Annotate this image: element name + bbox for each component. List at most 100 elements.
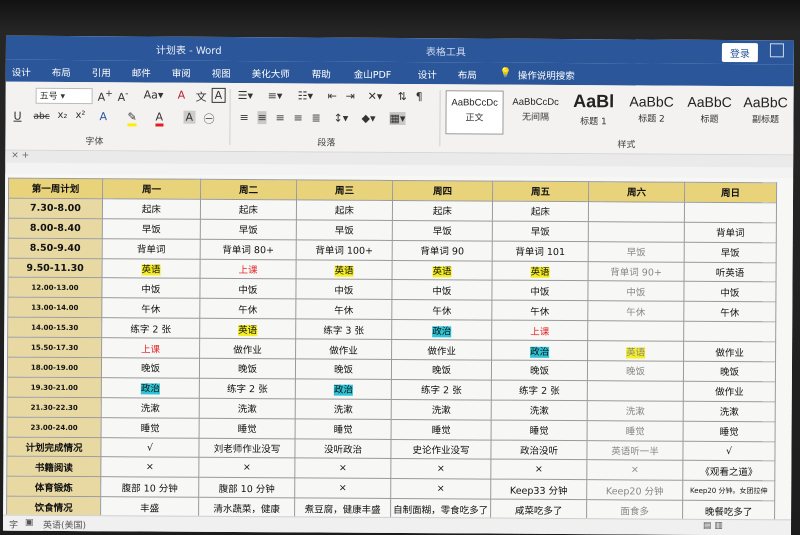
table-cell[interactable]: 晚饭 — [491, 360, 588, 381]
table-cell[interactable]: × — [586, 460, 683, 481]
table-cell[interactable]: Keep33 分钟 — [490, 479, 587, 500]
table-cell[interactable]: 午休 — [683, 301, 776, 323]
table-cell[interactable]: 中饭 — [491, 280, 589, 301]
table-cell[interactable]: × — [100, 457, 199, 478]
table-cell[interactable]: 上课 — [101, 337, 200, 359]
table-cell[interactable]: 政治 — [391, 319, 492, 341]
row-label-cell[interactable]: 19.30-21.00 — [7, 377, 102, 398]
table-cell[interactable]: 午休 — [101, 298, 200, 319]
table-cell[interactable]: 早饭 — [102, 218, 201, 239]
table-cell[interactable]: 午休 — [199, 298, 296, 320]
row-label-cell[interactable]: 21.30-22.30 — [7, 396, 102, 418]
table-cell[interactable] — [683, 321, 776, 342]
table-cell[interactable]: 中饭 — [199, 278, 297, 300]
tab-beautify[interactable]: 美化大师 — [252, 66, 290, 80]
table-cell[interactable]: 背单词 — [684, 222, 777, 243]
superscript-icon[interactable]: x² — [75, 110, 85, 121]
table-cell[interactable]: 睡觉 — [491, 419, 588, 441]
table-cell[interactable]: 英语 — [199, 318, 296, 339]
table-cell[interactable]: 练字 3 张 — [295, 319, 392, 340]
table-cell[interactable]: 中饭 — [683, 281, 777, 303]
table-cell[interactable]: 政治 — [491, 340, 588, 361]
grow-font-icon[interactable]: A+ — [98, 88, 113, 104]
table-cell[interactable]: √ — [100, 437, 200, 458]
change-case-icon[interactable]: Aa▾ — [144, 88, 164, 101]
clear-format-icon[interactable]: A — [178, 89, 186, 102]
table-cell[interactable]: 早饭 — [588, 241, 685, 262]
table-cell[interactable]: 背单词 90+ — [588, 261, 685, 282]
multilevel-list-icon[interactable]: ☷▾ — [298, 89, 313, 102]
table-cell[interactable]: 政治没听 — [490, 439, 588, 461]
table-cell[interactable]: 练字 2 张 — [199, 378, 296, 399]
restore-icon[interactable] — [769, 43, 784, 58]
table-cell[interactable]: 做作业 — [683, 381, 776, 402]
tab-review[interactable]: 审阅 — [172, 66, 191, 80]
row-label-cell[interactable]: 15.50-17.30 — [7, 337, 102, 358]
increase-indent-icon[interactable]: ⇥ — [346, 90, 355, 103]
tab-mailings[interactable]: 邮件 — [132, 65, 151, 79]
table-cell[interactable]: 《观看之道》 — [682, 460, 775, 482]
table-cell[interactable]: 洗漱 — [587, 400, 684, 421]
tab-layout[interactable]: 布局 — [52, 65, 71, 79]
table-cell[interactable]: 晚饭 — [391, 359, 492, 380]
login-button[interactable]: 登录 — [721, 42, 758, 63]
table-cell[interactable]: 起床 — [492, 200, 589, 222]
table-cell[interactable]: 做作业 — [391, 339, 492, 361]
style-normal[interactable]: AaBbCcDc 正文 — [445, 90, 504, 135]
row-label-cell[interactable]: 7.30-8.00 — [8, 198, 103, 219]
table-cell[interactable]: 没听政治 — [294, 438, 392, 459]
table-cell[interactable]: 洗漱 — [391, 399, 492, 420]
table-cell[interactable] — [587, 380, 684, 402]
table-cell[interactable]: × — [490, 459, 587, 481]
show-marks-icon[interactable]: ¶ — [416, 90, 423, 103]
table-cell[interactable]: 洗漱 — [101, 397, 200, 418]
text-effect-icon[interactable]: A — [99, 110, 107, 123]
table-cell[interactable]: 上课 — [491, 320, 588, 341]
table-cell[interactable]: 睡觉 — [683, 420, 776, 442]
align-center-icon[interactable]: ≡ — [257, 111, 267, 125]
table-cell[interactable]: 早饭 — [684, 241, 777, 263]
table-cell[interactable]: 背单词 100+ — [296, 239, 393, 261]
strikethrough-icon[interactable]: abc — [33, 112, 49, 122]
table-cell[interactable] — [588, 221, 685, 242]
table-cell[interactable]: × — [390, 458, 491, 480]
table-cell[interactable]: 起床 — [296, 199, 393, 221]
style-heading-1[interactable]: AaBl 标题 1 — [565, 91, 621, 133]
tab-view[interactable]: 视图 — [212, 66, 231, 80]
table-cell[interactable]: 午休 — [391, 299, 492, 321]
justify-icon[interactable]: ≡ — [293, 111, 302, 124]
shrink-font-icon[interactable]: A- — [118, 88, 129, 104]
table-cell[interactable]: 背单词 — [102, 238, 201, 259]
table-cell[interactable]: 晚饭 — [101, 357, 200, 379]
char-shading-icon[interactable]: A — [183, 110, 196, 124]
shading-icon[interactable]: ◆▾ — [361, 112, 375, 125]
row-label-cell[interactable]: 体育锻炼 — [6, 476, 101, 497]
table-cell[interactable]: 起床 — [200, 199, 297, 220]
align-right-icon[interactable]: ≡ — [275, 111, 284, 124]
row-label-cell[interactable]: 18.00-19.00 — [7, 357, 102, 378]
phonetic-icon[interactable]: 文 — [196, 89, 207, 105]
table-cell[interactable]: 睡觉 — [587, 420, 684, 441]
table-cell[interactable]: 英语 — [492, 260, 589, 282]
table-cell[interactable]: 晚饭 — [587, 360, 684, 382]
language-indicator[interactable]: 英语(美国) — [43, 518, 86, 531]
table-cell[interactable]: 洗漱 — [199, 398, 296, 419]
table-cell[interactable]: 英语听一半 — [586, 440, 684, 461]
table-cell[interactable]: 晚饭 — [683, 361, 776, 382]
table-cell[interactable] — [684, 202, 777, 223]
table-cell[interactable]: Keep20 分钟 — [586, 480, 683, 501]
table-cell[interactable]: 早饭 — [200, 219, 297, 240]
char-border-icon[interactable]: A — [211, 87, 226, 103]
table-cell[interactable]: 英语 — [587, 340, 684, 362]
decrease-indent-icon[interactable]: ⇤ — [328, 90, 337, 103]
table-cell[interactable]: 政治 — [295, 378, 392, 400]
table-cell[interactable]: 午休 — [491, 300, 588, 321]
table-cell[interactable]: × — [198, 457, 295, 479]
table-cell[interactable]: √ — [682, 440, 776, 462]
row-label-cell[interactable]: 9.50-11.30 — [8, 257, 103, 279]
table-cell[interactable]: 中饭 — [587, 281, 685, 302]
table-cell[interactable] — [588, 201, 685, 223]
table-cell[interactable]: 午休 — [587, 300, 684, 322]
table-cell[interactable]: 英语 — [392, 260, 493, 281]
table-cell[interactable]: 做作业 — [199, 338, 296, 359]
